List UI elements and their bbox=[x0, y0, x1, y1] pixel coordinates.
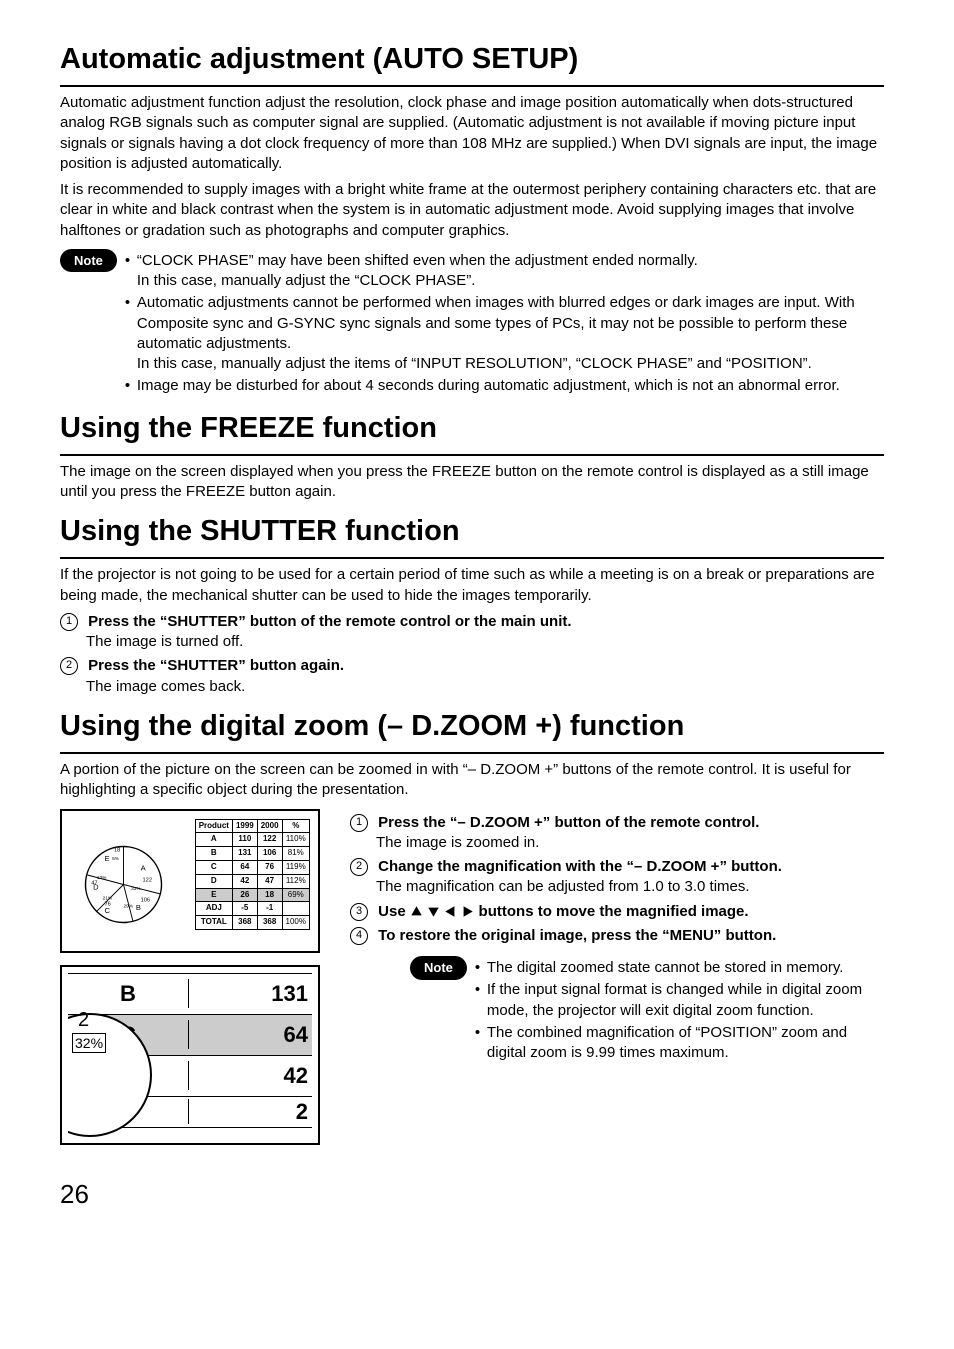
arrow-up-icon bbox=[410, 905, 423, 918]
note-item: In this case, manually adjust the “CLOCK… bbox=[137, 272, 475, 289]
step-body: The magnification can be adjusted from 1… bbox=[350, 877, 884, 897]
step-number-icon: 4 bbox=[350, 927, 368, 945]
note-body: The digital zoomed state cannot be store… bbox=[475, 956, 884, 1065]
step-heading: To restore the original image, press the… bbox=[378, 927, 776, 944]
step-heading: Change the magnification with the “– D.Z… bbox=[378, 858, 782, 875]
section-title-dzoom: Using the digital zoom (– D.ZOOM +) func… bbox=[60, 707, 884, 754]
arrow-down-icon bbox=[427, 905, 440, 918]
note-item: Image may be disturbed for about 4 secon… bbox=[125, 376, 884, 396]
svg-text:5%: 5% bbox=[112, 855, 120, 861]
arrow-left-icon bbox=[444, 905, 457, 918]
arrow-right-icon bbox=[461, 905, 474, 918]
svg-text:18: 18 bbox=[114, 847, 120, 853]
page-number: 26 bbox=[60, 1177, 884, 1212]
note-label: Note bbox=[60, 249, 117, 273]
step-heading: Use buttons to move the magnified image. bbox=[378, 903, 748, 920]
note-item: “CLOCK PHASE” may have been shifted even… bbox=[137, 252, 698, 269]
note-item: Automatic adjustments cannot be performe… bbox=[137, 294, 855, 352]
step-number-icon: 1 bbox=[350, 814, 368, 832]
step-number-icon: 1 bbox=[60, 613, 78, 631]
section-title-auto-setup: Automatic adjustment (AUTO SETUP) bbox=[60, 40, 884, 87]
step-number-icon: 3 bbox=[350, 903, 368, 921]
step-number-icon: 2 bbox=[350, 858, 368, 876]
svg-text:47: 47 bbox=[91, 880, 97, 886]
svg-text:E: E bbox=[105, 853, 110, 862]
svg-text:106: 106 bbox=[141, 897, 151, 903]
note-item: If the input signal format is changed wh… bbox=[475, 980, 884, 1021]
step-number-icon: 2 bbox=[60, 657, 78, 675]
body-text: If the projector is not going to be used… bbox=[60, 565, 884, 606]
note-label: Note bbox=[410, 956, 467, 980]
section-title-shutter: Using the SHUTTER function bbox=[60, 512, 884, 559]
note-item: The combined magnification of “POSITION”… bbox=[475, 1023, 884, 1064]
section-title-freeze: Using the FREEZE function bbox=[60, 409, 884, 456]
body-text: A portion of the picture on the screen c… bbox=[60, 760, 884, 801]
svg-text:B: B bbox=[136, 903, 141, 912]
svg-text:29%: 29% bbox=[124, 903, 134, 909]
body-text: It is recommended to supply images with … bbox=[60, 180, 884, 241]
body-text: Automatic adjustment function adjust the… bbox=[60, 93, 884, 174]
note-body: “CLOCK PHASE” may have been shifted even… bbox=[125, 249, 884, 399]
step-heading: Press the “SHUTTER” button again. bbox=[88, 657, 344, 674]
svg-text:33%: 33% bbox=[131, 886, 141, 892]
figure-before-zoom: A 122 B C D E 33% 29% 21% 13% 5% 18 106 … bbox=[60, 809, 320, 953]
note-item: The digital zoomed state cannot be store… bbox=[475, 958, 884, 978]
step-body: The image is turned off. bbox=[60, 632, 884, 652]
step-heading: Press the “SHUTTER” button of the remote… bbox=[88, 613, 571, 630]
pie-chart-icon: A 122 B C D E 33% 29% 21% 13% 5% 18 106 … bbox=[76, 837, 171, 932]
data-table: Product19992000% A110122110% B13110681% … bbox=[195, 819, 310, 930]
figure-after-zoom: B131 C64 D42 E2 2 32% bbox=[60, 965, 320, 1145]
note-item: In this case, manually adjust the items … bbox=[137, 355, 812, 372]
svg-text:13%: 13% bbox=[97, 874, 107, 880]
step-body: The image is zoomed in. bbox=[350, 833, 884, 853]
svg-text:76: 76 bbox=[105, 901, 111, 907]
step-heading: Press the “– D.ZOOM +” button of the rem… bbox=[378, 814, 759, 831]
svg-text:122: 122 bbox=[143, 877, 153, 883]
step-body: The image comes back. bbox=[60, 677, 884, 697]
body-text: The image on the screen displayed when y… bbox=[60, 462, 884, 503]
